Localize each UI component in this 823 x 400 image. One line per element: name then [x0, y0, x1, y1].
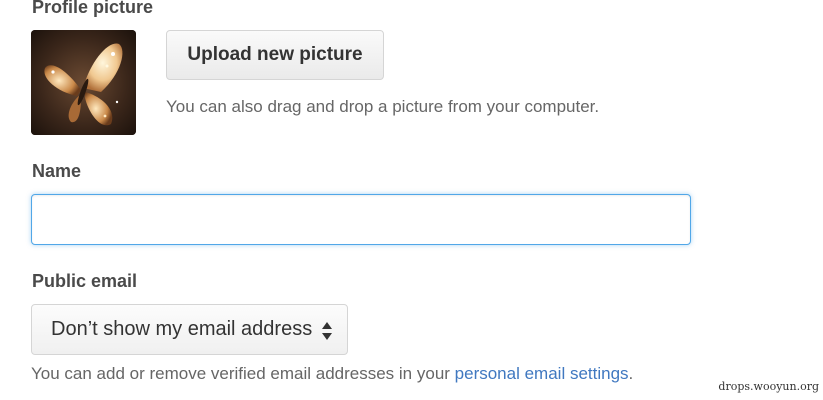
public-email-label: Public email — [32, 271, 138, 291]
profile-settings-page: Profile picture Upload new picture You c… — [0, 0, 823, 400]
name-label: Name — [32, 161, 82, 181]
public-email-selected-value: Don’t show my email address — [51, 318, 313, 340]
up-down-caret-icon — [321, 321, 333, 341]
drag-drop-hint: You can also drag and drop a picture fro… — [166, 97, 600, 116]
butterfly-avatar-image — [31, 30, 136, 135]
profile-picture-title: Profile picture — [32, 0, 154, 17]
watermark: drops.wooyun.org — [718, 380, 819, 393]
email-help-suffix: . — [628, 364, 634, 383]
public-email-select[interactable]: Don’t show my email address — [31, 304, 348, 355]
email-help-text: You can add or remove verified email add… — [31, 364, 633, 384]
email-help-prefix: You can add or remove verified email add… — [31, 364, 455, 383]
personal-email-settings-link[interactable]: personal email settings — [455, 364, 629, 383]
upload-new-picture-button[interactable]: Upload new picture — [166, 30, 384, 80]
name-input[interactable] — [31, 194, 691, 245]
avatar — [31, 30, 136, 135]
